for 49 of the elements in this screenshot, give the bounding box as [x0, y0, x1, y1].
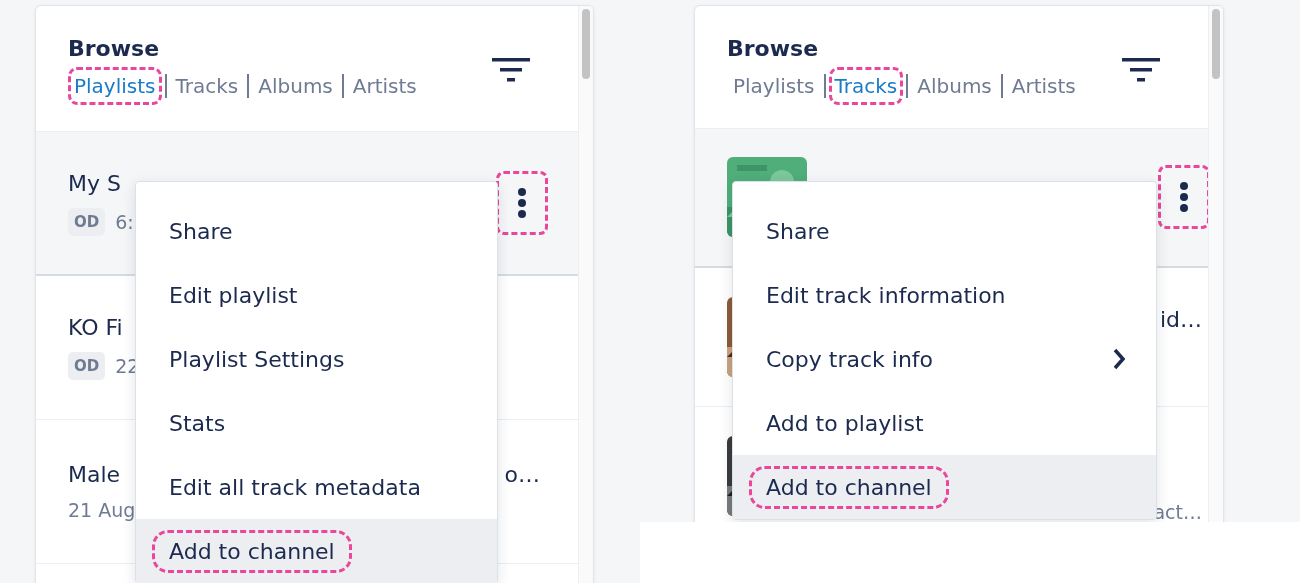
menu-label: Copy track info	[765, 345, 935, 374]
row-meta: 6:	[115, 210, 134, 233]
browse-tab[interactable]: Tracks	[169, 67, 245, 105]
menu-label: Edit playlist	[168, 281, 299, 310]
menu-item[interactable]: Stats	[136, 391, 497, 455]
row-badge: OD	[68, 207, 106, 236]
filter-icon	[1122, 58, 1160, 82]
scrollbar-thumb[interactable]	[1212, 9, 1220, 79]
browse-tab[interactable]: Playlists	[727, 67, 821, 105]
row-title: KO Fi	[68, 315, 124, 340]
menu-item[interactable]: Edit track information	[733, 263, 1156, 327]
chevron-right-icon	[1112, 348, 1126, 370]
more-vertical-icon	[517, 187, 527, 219]
menu-item[interactable]: Edit playlist	[136, 263, 497, 327]
menu-label: Edit all track metadata	[168, 473, 422, 502]
menu-label: Share	[168, 217, 234, 246]
browse-tab[interactable]: Albums	[911, 67, 998, 105]
menu-label: Playlist Settings	[168, 345, 346, 374]
menu-item[interactable]: Copy track info	[733, 327, 1156, 391]
menu-label: Add to playlist	[765, 409, 925, 438]
menu-item[interactable]: Share	[136, 199, 497, 263]
menu-item[interactable]: Add to channel	[733, 455, 1156, 519]
browse-tab[interactable]: Albums	[252, 67, 339, 105]
menu-item[interactable]: Add to playlist	[733, 391, 1156, 455]
browse-tab[interactable]: Artists	[346, 67, 423, 105]
browse-tab[interactable]: Artists	[1005, 67, 1082, 105]
row-title: id…	[1159, 307, 1202, 333]
row-badge: OD	[68, 352, 106, 380]
scrollbar-thumb[interactable]	[582, 9, 590, 79]
menu-label: Share	[765, 217, 831, 246]
menu-item[interactable]: Add to channel	[136, 519, 497, 583]
panel-title: Browse	[727, 36, 820, 61]
more-vertical-icon	[1179, 181, 1189, 214]
row-meta: 21 Aug	[68, 499, 136, 521]
menu-item[interactable]: Playlist Settings	[136, 327, 497, 391]
menu-label: Add to channel	[152, 529, 352, 573]
menu-item[interactable]: Share	[733, 199, 1156, 263]
menu-label: Stats	[168, 409, 227, 438]
menu-label: Add to channel	[749, 465, 949, 509]
filter-icon	[492, 58, 530, 82]
filter-button[interactable]	[492, 58, 530, 82]
filter-button[interactable]	[1122, 58, 1160, 82]
row-title: My S	[68, 170, 122, 196]
row-title: o…	[504, 462, 540, 487]
browse-tab[interactable]: Playlists	[68, 67, 162, 105]
menu-label: Edit track information	[765, 281, 1007, 310]
browse-tab[interactable]: Tracks	[828, 67, 904, 105]
panel-title: Browse	[68, 36, 161, 61]
menu-item[interactable]: Edit all track metadata	[136, 455, 497, 519]
